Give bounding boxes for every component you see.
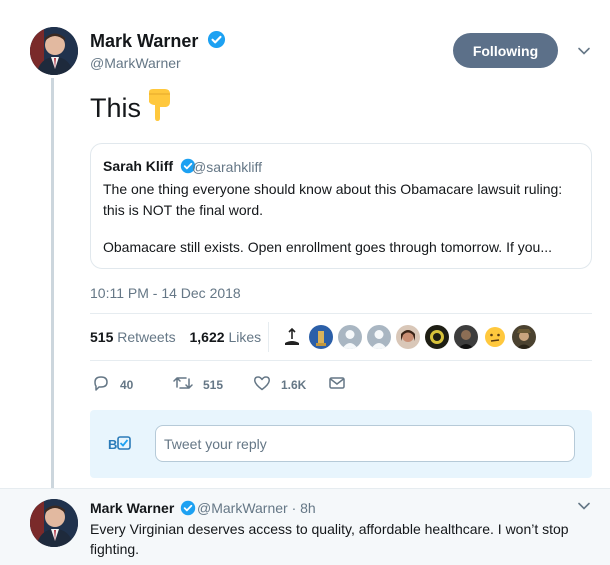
reply-author-avatar[interactable] <box>30 499 78 547</box>
envelope-icon <box>328 374 356 395</box>
liker-avatars <box>280 325 536 349</box>
quoted-author-handle: @sarahkliff <box>192 159 262 175</box>
tweet-text-content: This <box>90 93 142 123</box>
reply-author-handle[interactable]: @MarkWarner · 8h <box>197 500 316 516</box>
stats-separator <box>268 322 269 352</box>
divider <box>90 360 592 361</box>
retweets-count: 515 <box>90 329 114 345</box>
following-button[interactable]: Following <box>453 33 558 68</box>
tweet-stats: 515 Retweets 1,622 Likes <box>90 329 261 345</box>
liker-avatar[interactable] <box>367 325 391 349</box>
author-name[interactable]: Mark Warner <box>90 30 226 54</box>
quoted-text-line: this is NOT the final word. <box>103 202 264 218</box>
reply-author-name[interactable]: Mark Warner <box>90 500 196 519</box>
user-avatar-icon: B <box>108 434 132 454</box>
likes-stat[interactable]: 1,622 Likes <box>190 329 262 345</box>
reply-count: 40 <box>120 377 134 392</box>
tweet-actions: 40 515 1.6K <box>92 374 356 395</box>
retweet-count: 515 <box>203 377 224 392</box>
quoted-text-line: Obamacare still exists. Open enrollment … <box>103 239 552 255</box>
reply-tweet-text: Every Virginian deserves access to quali… <box>90 521 569 557</box>
liker-avatar[interactable] <box>396 325 420 349</box>
pointing-down-emoji-icon <box>145 88 173 129</box>
liker-avatar[interactable] <box>309 325 333 349</box>
liker-avatar[interactable] <box>512 325 536 349</box>
reply-input[interactable] <box>155 425 575 462</box>
reply-tweet[interactable]: Mark Warner @MarkWarner · 8h Every Virgi… <box>0 488 610 565</box>
tweet-timestamp[interactable]: 10:11 PM - 14 Dec 2018 <box>90 285 241 301</box>
retweets-stat[interactable]: 515 Retweets <box>90 329 176 345</box>
verified-badge-icon <box>207 30 226 54</box>
retweet-action[interactable]: 515 <box>173 374 253 395</box>
reply-action[interactable]: 40 <box>92 374 173 395</box>
heart-icon <box>253 374 281 395</box>
reply-composer: B <box>90 410 592 478</box>
quoted-author-name-text: Sarah Kliff <box>103 158 174 174</box>
author-handle[interactable]: @MarkWarner <box>90 55 181 71</box>
likes-count: 1,622 <box>189 329 225 345</box>
retweet-icon <box>173 374 203 395</box>
liker-avatar[interactable] <box>338 325 362 349</box>
chevron-down-icon[interactable] <box>577 499 591 513</box>
thread-connector-line <box>51 78 54 488</box>
reply-author-name-text[interactable]: Mark Warner <box>90 500 174 516</box>
tweet-text: This <box>90 88 173 129</box>
author-avatar[interactable] <box>30 27 78 75</box>
svg-text:B: B <box>108 437 117 452</box>
author-name-text[interactable]: Mark Warner <box>90 31 198 51</box>
quoted-text-line: The one thing everyone should know about… <box>103 181 563 197</box>
chevron-down-icon[interactable] <box>577 44 591 58</box>
reply-icon <box>92 374 120 395</box>
liker-avatar[interactable] <box>483 325 507 349</box>
likes-label: Likes <box>228 329 262 345</box>
like-action[interactable]: 1.6K <box>253 374 328 395</box>
direct-message-action[interactable] <box>328 374 356 395</box>
verified-badge-icon <box>180 500 196 519</box>
like-count: 1.6K <box>281 377 307 392</box>
liker-avatar[interactable] <box>454 325 478 349</box>
retweets-label: Retweets <box>117 329 176 345</box>
liker-avatar[interactable] <box>425 325 449 349</box>
quoted-author-name: Sarah Kliff <box>103 158 196 177</box>
liker-avatar[interactable] <box>280 325 304 349</box>
quoted-tweet[interactable]: Sarah Kliff @sarahkliff The one thing ev… <box>90 143 592 269</box>
divider <box>90 313 592 314</box>
